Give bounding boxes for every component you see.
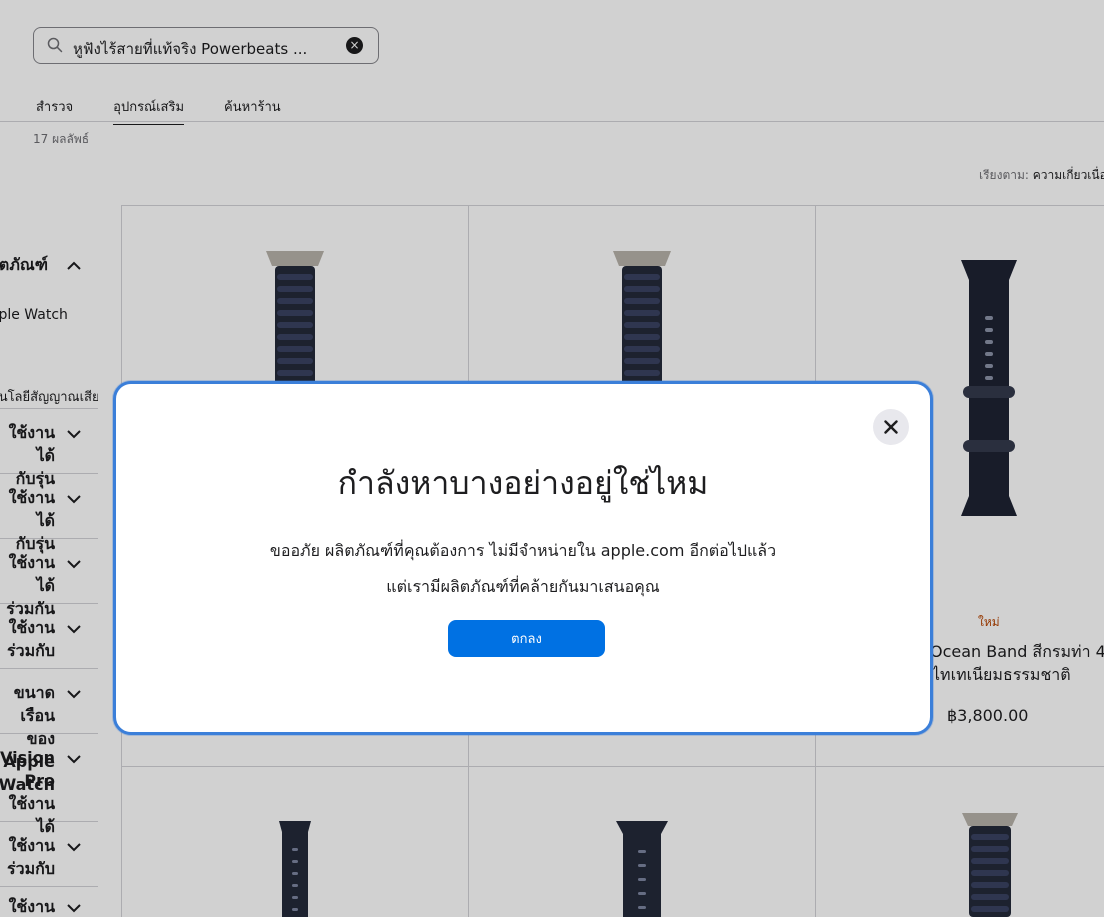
dialog-message-line1: ขออภัย ผลิตภัณฑ์ที่คุณต้องการ ไม่มีจำหน่… [269,541,777,560]
unavailable-product-dialog: กำลังหาบางอย่างอยู่ใช่ไหม ขออภัย ผลิตภัณ… [113,381,933,735]
close-button[interactable] [873,409,909,445]
dialog-message-line2: แต่เรามีผลิตภัณฑ์ที่คล้ายกันมาเสนอคุณ [386,577,660,596]
close-icon [884,420,898,434]
dialog-title: กำลังหาบางอย่างอยู่ใช่ไหม [337,464,709,502]
ok-button[interactable]: ตกลง [448,620,605,657]
